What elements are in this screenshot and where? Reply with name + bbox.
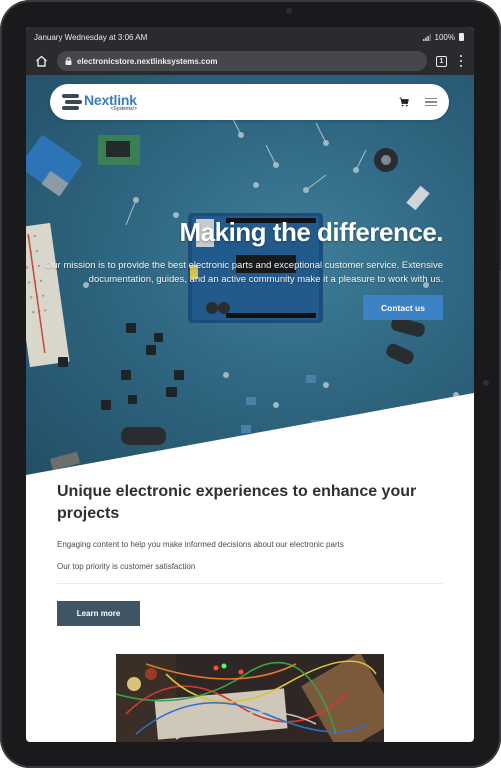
status-time: January Wednesday at 3:06 AM <box>34 32 148 42</box>
url-text: electronicstore.nextlinksystems.com <box>77 56 218 66</box>
browser-toolbar: electronicstore.nextlinksystems.com 1 <box>26 47 474 75</box>
sensor-dot <box>483 380 489 386</box>
more-icon[interactable] <box>459 55 463 67</box>
hero-description: Our mission is to provide the best elect… <box>44 260 443 285</box>
status-right: 100% <box>422 32 464 42</box>
site-navbar: Nextlink <Systems/> <box>50 84 449 120</box>
logo[interactable]: Nextlink <Systems/> <box>84 93 137 112</box>
section-paragraph-2: Our top priority is customer satisfactio… <box>57 562 196 571</box>
battery-icon <box>459 33 464 41</box>
nextlink-logo-icon[interactable] <box>60 93 82 111</box>
status-bar: January Wednesday at 3:06 AM 100% <box>26 27 474 47</box>
section-paragraph-1: Engaging content to help you make inform… <box>57 540 344 549</box>
signal-icon <box>422 33 431 41</box>
contact-us-button[interactable]: Contact us <box>363 295 443 320</box>
logo-subtitle: <Systems/> <box>110 105 137 112</box>
tab-count: 1 <box>439 57 444 65</box>
hero-section: Nextlink <Systems/> Making the differenc… <box>26 75 474 475</box>
lock-icon <box>65 57 72 65</box>
menu-icon[interactable] <box>425 97 437 107</box>
home-icon[interactable] <box>34 54 48 68</box>
screen: January Wednesday at 3:06 AM 100% electr… <box>26 27 474 742</box>
hero-title: Making the difference. <box>179 217 444 247</box>
circuit-photo <box>116 654 384 742</box>
section-title: Unique electronic experiences to enhance… <box>57 483 417 522</box>
tablet-frame: January Wednesday at 3:06 AM 100% electr… <box>0 0 501 768</box>
learn-more-button[interactable]: Learn more <box>57 601 140 626</box>
battery-percent: 100% <box>434 32 455 42</box>
cart-icon[interactable] <box>399 97 409 107</box>
tabs-icon[interactable]: 1 <box>436 55 447 67</box>
url-bar[interactable]: electronicstore.nextlinksystems.com <box>57 51 427 71</box>
camera-dot <box>286 8 292 14</box>
logo-name: Nextlink <box>84 91 137 108</box>
divider <box>57 583 443 584</box>
